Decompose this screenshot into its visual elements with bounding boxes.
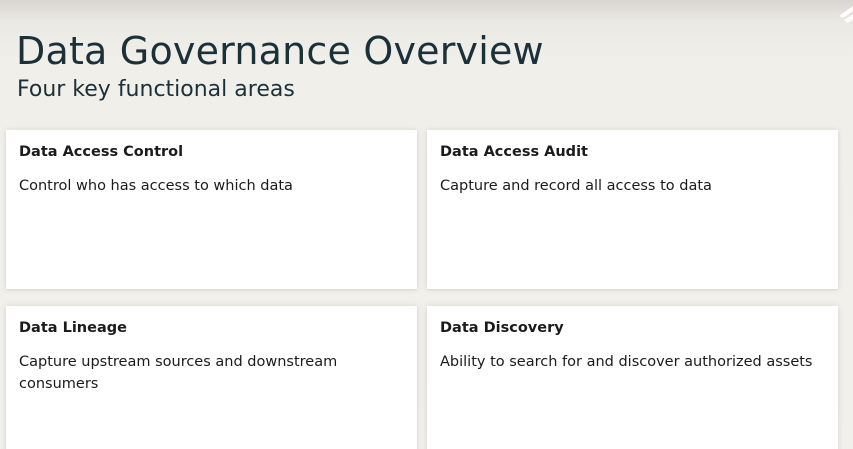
slide-title: Data Governance Overview [16,29,544,73]
card-data-access-control: Data Access Control Control who has acce… [6,130,417,289]
card-description: Capture upstream sources and downstream … [19,354,338,392]
card-title: Data Access Audit [440,144,588,160]
card-title: Data Discovery [440,320,564,336]
functional-areas-grid: Data Access Control Control who has acce… [6,130,838,449]
card-title: Data Access Control [19,144,184,160]
card-description: Capture and record all access to data [440,178,712,194]
slide-subtitle: Four key functional areas [17,77,295,102]
card-description: Ability to search for and discover autho… [440,354,813,370]
slide: Data Governance Overview Four key functi… [0,0,853,449]
corner-logo-icon [839,6,853,23]
card-title: Data Lineage [19,320,127,336]
card-data-discovery: Data Discovery Ability to search for and… [427,306,838,449]
card-description: Control who has access to which data [19,178,293,194]
card-data-access-audit: Data Access Audit Capture and record all… [427,130,838,289]
card-data-lineage: Data Lineage Capture upstream sources an… [6,306,417,449]
